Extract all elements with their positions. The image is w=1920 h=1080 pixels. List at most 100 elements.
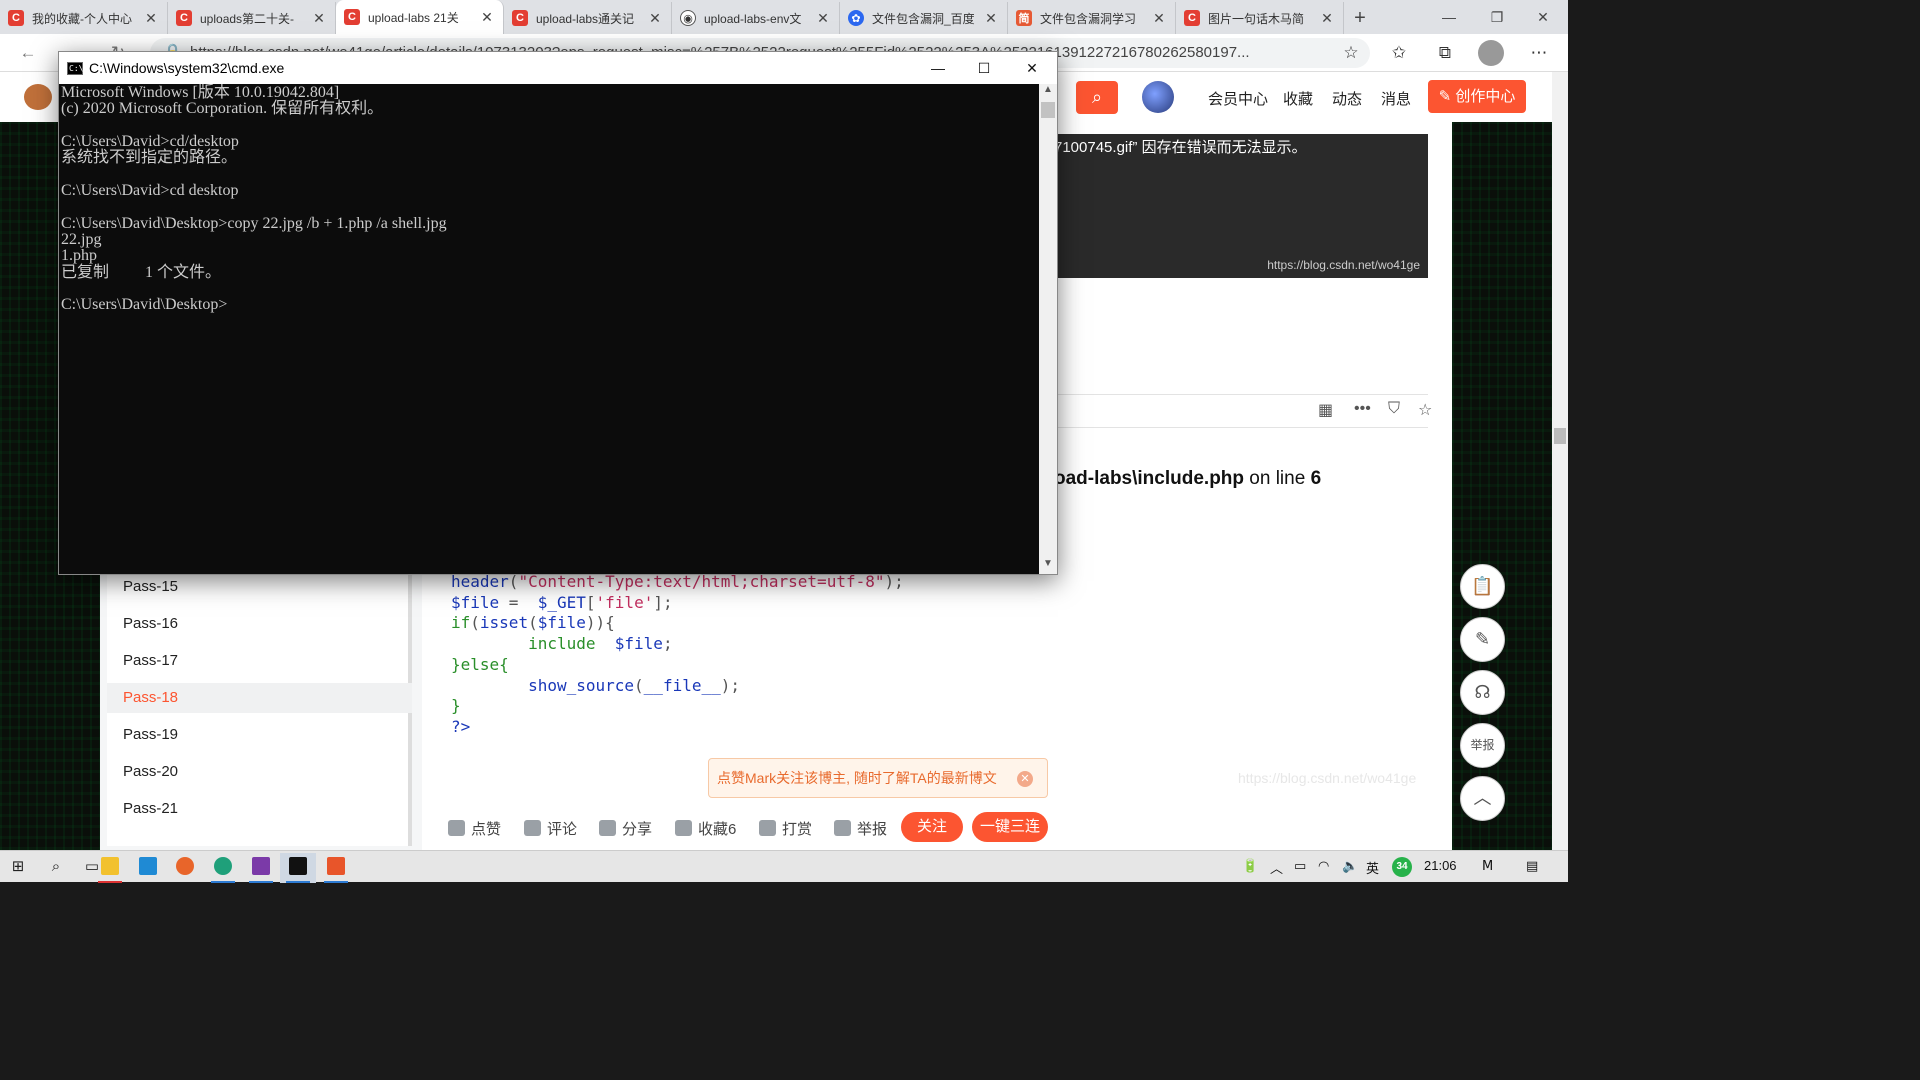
new-tab-button[interactable]: + [1344, 2, 1376, 34]
browser-tab-active[interactable]: Cupload-labs 21关 ✕ [336, 0, 504, 34]
image-error-text: 7100745.gif” 因存在错误而无法显示。 [1054, 139, 1307, 156]
code-token: $_GET [537, 592, 586, 612]
favorite-star-icon[interactable]: ☆ [1338, 40, 1364, 66]
browser-tab[interactable]: ✿ 文件包含漏洞_百度 ✕ [840, 2, 1008, 34]
follow-tip-banner[interactable]: 点赞Mark关注该博主, 随时了解TA的最新博文 ✕ [708, 758, 1048, 798]
cmd-minimize-icon[interactable]: — [915, 56, 961, 80]
scroll-down-icon[interactable]: ▼ [1039, 558, 1057, 574]
minimize-window-icon[interactable]: — [1426, 4, 1472, 30]
browser-tab[interactable]: C 我的收藏-个人中心 ✕ [0, 2, 168, 34]
save-icon[interactable]: ⛉ [1388, 400, 1400, 418]
share-button[interactable]: 分享 [599, 818, 652, 839]
file-explorer-icon[interactable] [92, 853, 128, 883]
search-icon[interactable]: ⌕ [38, 853, 74, 883]
onenote-icon[interactable] [243, 853, 279, 883]
close-tab-icon[interactable]: ✕ [647, 10, 663, 27]
clipboard-icon[interactable]: 📋 [1460, 564, 1505, 609]
battery-saver-icon[interactable]: 🔋 [1242, 858, 1258, 874]
sidebar-item-pass-20[interactable]: Pass-20 [107, 757, 412, 787]
edge-browser-icon[interactable] [205, 853, 241, 883]
header-link-collect[interactable]: 收藏 [1283, 88, 1313, 109]
sidebar-item-pass-15[interactable]: Pass-15 [107, 572, 412, 602]
page-scrollbar[interactable] [1552, 72, 1568, 850]
pycharm-icon[interactable] [130, 853, 166, 883]
headset-icon[interactable]: ☊ [1460, 670, 1505, 715]
input-indicator-icon[interactable]: Ⅿ [1482, 858, 1493, 874]
cmd-close-icon[interactable]: ✕ [1009, 56, 1055, 80]
close-window-icon[interactable]: ✕ [1520, 4, 1566, 30]
scroll-up-icon[interactable]: ▲ [1039, 84, 1057, 100]
browser-tab[interactable]: C 图片一句话木马简 ✕ [1176, 2, 1344, 34]
collections-icon[interactable]: ⧉ [1432, 40, 1458, 66]
like-button[interactable]: 点赞 [448, 818, 501, 839]
volume-icon[interactable]: 🔈 [1342, 858, 1358, 874]
close-tab-icon[interactable]: ✕ [311, 10, 327, 27]
cmd-scrollbar-thumb[interactable] [1041, 102, 1055, 118]
cmd-title-bar[interactable]: C:\ C:\Windows\system32\cmd.exe — ☐ ✕ [59, 52, 1057, 84]
header-link-dynamic[interactable]: 动态 [1332, 88, 1362, 109]
browser-tab[interactable]: ◉ upload-labs-env文 ✕ [672, 2, 840, 34]
sidebar-item-pass-18[interactable]: Pass-18 [107, 683, 412, 713]
page-scrollbar-thumb[interactable] [1554, 428, 1566, 444]
cmd-window[interactable]: C:\ C:\Windows\system32\cmd.exe — ☐ ✕ Mi… [58, 51, 1058, 575]
sidebar-item-pass-21[interactable]: Pass-21 [107, 794, 412, 824]
close-tab-icon[interactable]: ✕ [143, 10, 159, 27]
qrcode-icon[interactable]: ▦ [1318, 400, 1333, 420]
more-menu-icon[interactable]: ⋯ [1526, 40, 1552, 66]
cmd-line [61, 118, 1037, 134]
cmd-maximize-icon[interactable]: ☐ [961, 56, 1007, 80]
browser-tab[interactable]: Cuploads第二十关- ✕ [168, 2, 336, 34]
firefox-icon[interactable] [167, 853, 203, 883]
report-button[interactable]: 举报 [834, 818, 887, 839]
more-icon[interactable]: ••• [1354, 400, 1371, 418]
close-tab-icon[interactable]: ✕ [1151, 10, 1167, 27]
start-windows-icon[interactable]: ⊞ [0, 853, 36, 883]
search-button[interactable]: ⌕ [1076, 81, 1118, 114]
close-tab-icon[interactable]: ✕ [1319, 10, 1335, 27]
edit-icon[interactable]: ✎ [1460, 617, 1505, 662]
favorites-list-icon[interactable]: ✩ [1386, 40, 1412, 66]
sidebar-item-pass-19[interactable]: Pass-19 [107, 720, 412, 750]
tray-expand-icon[interactable]: ︿ [1270, 858, 1283, 877]
back-icon[interactable]: ← [14, 40, 42, 66]
close-tab-icon[interactable]: ✕ [479, 9, 495, 26]
csdn-favicon-icon: C [512, 10, 528, 26]
ime-language[interactable]: 英 [1366, 858, 1379, 877]
collect-button[interactable]: 收藏6 [675, 818, 736, 839]
cmd-console-output[interactable]: Microsoft Windows [版本 10.0.19042.804] (c)… [59, 84, 1039, 574]
follow-button[interactable]: 关注 [901, 812, 963, 842]
cmd-line: C:\Users\David\Desktop>copy 22.jpg /b + … [61, 214, 447, 232]
user-avatar[interactable] [1142, 81, 1174, 113]
burp-suite-icon[interactable] [318, 853, 354, 883]
browser-tab[interactable]: 简文件包含漏洞学习 ✕ [1008, 2, 1176, 34]
star-icon[interactable]: ☆ [1418, 400, 1432, 420]
notification-center-icon[interactable]: ▤ [1526, 858, 1538, 874]
csdn-favicon-icon: C [1184, 10, 1200, 26]
cmd-line: Microsoft Windows [版本 10.0.19042.804] [61, 84, 340, 101]
close-tab-icon[interactable]: ✕ [815, 10, 831, 27]
header-link-vip[interactable]: 会员中心 [1208, 88, 1268, 109]
comment-button[interactable]: 评论 [524, 818, 577, 839]
cmd-taskbar-icon[interactable] [280, 853, 316, 883]
cmd-scrollbar[interactable]: ▲ ▼ [1039, 84, 1057, 574]
csdn-logo-icon[interactable] [24, 84, 52, 110]
sidebar-item-pass-16[interactable]: Pass-16 [107, 609, 412, 639]
float-report-button[interactable]: 举报 [1460, 723, 1505, 768]
reward-button[interactable]: 打赏 [759, 818, 812, 839]
code-token: include [528, 634, 596, 654]
browser-tab[interactable]: Cupload-labs通关记 ✕ [504, 2, 672, 34]
back-to-top-icon[interactable]: ︿ [1460, 776, 1505, 821]
notification-count-badge[interactable]: 34 [1392, 857, 1412, 877]
close-tab-icon[interactable]: ✕ [983, 10, 999, 27]
sidebar-item-pass-17[interactable]: Pass-17 [107, 646, 412, 676]
close-tip-icon[interactable]: ✕ [1017, 771, 1033, 787]
cmd-prompt[interactable]: C:\Users\David\Desktop> [61, 297, 1037, 314]
header-link-messages[interactable]: 消息 [1381, 88, 1411, 109]
create-center-button[interactable]: ✎ 创作中心 [1428, 80, 1526, 113]
clock-time[interactable]: 21:06 [1424, 858, 1457, 873]
triple-action-button[interactable]: 一键三连 [972, 812, 1048, 842]
profile-avatar-icon[interactable] [1478, 40, 1504, 66]
maximize-window-icon[interactable]: ❐ [1474, 4, 1520, 30]
wifi-icon[interactable]: ◠ [1318, 858, 1329, 874]
battery-icon[interactable]: ▭ [1294, 858, 1306, 874]
